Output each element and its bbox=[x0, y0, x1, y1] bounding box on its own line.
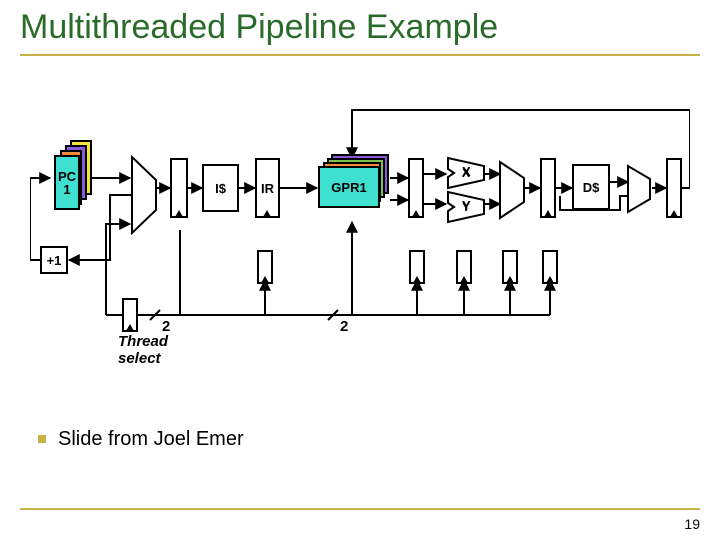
incrementer-label: +1 bbox=[47, 253, 62, 268]
mux-wb bbox=[626, 164, 654, 214]
alu-x-label: X bbox=[462, 164, 471, 179]
ir-clk-icon bbox=[263, 210, 271, 217]
ts-latch-4-clk-icon bbox=[506, 276, 514, 283]
latch-1 bbox=[170, 158, 188, 218]
pc-bank-0: PC 1 bbox=[54, 155, 80, 210]
attribution-bullet: Slide from Joel Emer bbox=[38, 428, 244, 451]
ir-label: IR bbox=[261, 181, 274, 196]
ts-latch-3-clk-icon bbox=[460, 276, 468, 283]
pc-label: PC bbox=[58, 170, 76, 183]
mux-pc bbox=[130, 155, 160, 235]
latch-3 bbox=[408, 158, 424, 218]
dcache-label: D$ bbox=[583, 180, 600, 195]
ts-latch-0-clk-icon bbox=[126, 324, 134, 331]
latch-5 bbox=[666, 158, 682, 218]
attribution-text: Slide from Joel Emer bbox=[58, 428, 244, 450]
pc-one-label: 1 bbox=[63, 183, 70, 196]
mux-xy bbox=[498, 160, 528, 220]
ts-latch-2-clk-icon bbox=[413, 276, 421, 283]
ts-latch-5-clk-icon bbox=[546, 276, 554, 283]
latch-1-clk-icon bbox=[175, 210, 183, 217]
latch-4-clk-icon bbox=[544, 210, 552, 217]
page-number: 19 bbox=[684, 516, 700, 532]
latch-5-clk-icon bbox=[670, 210, 678, 217]
footer-rule bbox=[20, 508, 700, 510]
dcache: D$ bbox=[572, 164, 610, 210]
title-underline bbox=[20, 54, 700, 56]
bus-width-2: 2 bbox=[340, 318, 348, 335]
incrementer: +1 bbox=[40, 246, 68, 274]
ts-latch-1-clk-icon bbox=[261, 276, 269, 283]
latch-3-clk-icon bbox=[412, 210, 420, 217]
icache: I$ bbox=[202, 164, 239, 212]
gpr-bank-0: GPR1 bbox=[318, 166, 380, 208]
slide-title: Multithreaded Pipeline Example bbox=[20, 8, 498, 47]
icache-label: I$ bbox=[215, 181, 226, 196]
pipeline-diagram: C C PC 1 +1 I$ IR GPR1 X Y D$ bbox=[30, 100, 690, 360]
thread-select-label: Thread select bbox=[118, 334, 168, 367]
latch-4 bbox=[540, 158, 556, 218]
instruction-register: IR bbox=[255, 158, 280, 218]
alu-y-label: Y bbox=[462, 198, 471, 213]
gpr-label: GPR1 bbox=[331, 180, 366, 195]
